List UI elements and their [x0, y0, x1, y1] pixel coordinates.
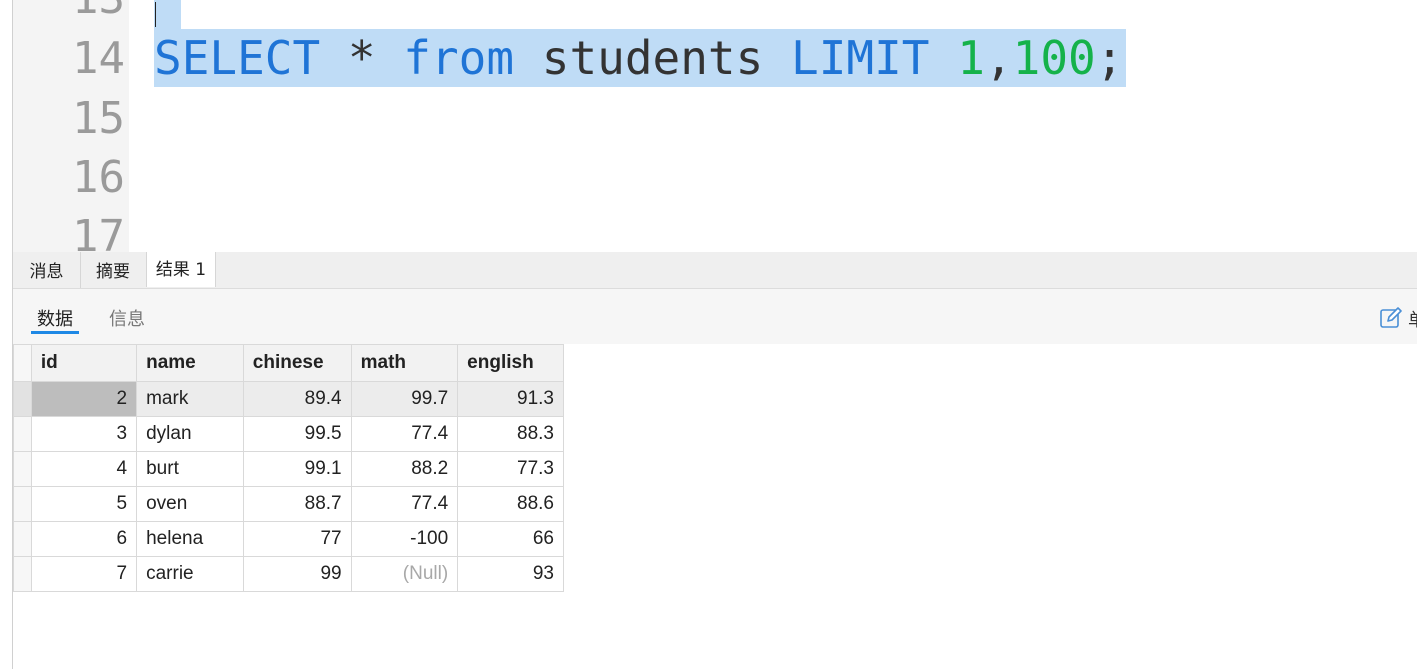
line-number: 13	[25, 0, 125, 28]
sql-limit-offset: 1	[957, 31, 985, 85]
cell-id[interactable]: 2	[30, 381, 138, 417]
cell-chinese[interactable]: 99	[242, 556, 352, 592]
row-header[interactable]	[13, 381, 32, 417]
cell-english[interactable]: 93	[457, 556, 564, 592]
line-number: 14	[72, 33, 125, 84]
cell-name[interactable]: carrie	[136, 556, 244, 592]
cell-chinese[interactable]: 99.1	[242, 451, 352, 487]
cell-english[interactable]: 88.3	[457, 416, 564, 452]
table-row[interactable]: 4 burt 99.1 88.2 77.3	[13, 451, 564, 487]
cell-name[interactable]: mark	[136, 381, 244, 417]
sql-editor[interactable]: 13 14 15 16 17 SELECT * from students LI…	[0, 0, 1417, 252]
subtab-info[interactable]: 信息	[109, 305, 145, 331]
cell-english[interactable]: 88.6	[457, 486, 564, 522]
line-number: 16	[72, 152, 125, 203]
cell-id[interactable]: 7	[30, 556, 138, 592]
cell-chinese[interactable]: 88.7	[242, 486, 352, 522]
sql-semicolon: ;	[1095, 31, 1124, 85]
cell-name[interactable]: burt	[136, 451, 244, 487]
text-caret	[155, 2, 156, 27]
cell-math[interactable]: -100	[350, 521, 459, 557]
column-header-id[interactable]: id	[30, 344, 138, 382]
cell-id[interactable]: 4	[30, 451, 138, 487]
cell-math[interactable]: 77.4	[350, 416, 459, 452]
cell-chinese[interactable]: 89.4	[242, 381, 352, 417]
row-header[interactable]	[13, 486, 32, 522]
tab-summary[interactable]: 摘要	[81, 252, 145, 288]
column-header-chinese[interactable]: chinese	[242, 344, 352, 382]
cell-name[interactable]: dylan	[136, 416, 244, 452]
cell-id[interactable]: 3	[30, 416, 138, 452]
table-row[interactable]: 2 mark 89.4 99.7 91.3	[13, 381, 564, 417]
row-header-corner[interactable]	[13, 344, 32, 382]
cell-english[interactable]: 66	[457, 521, 564, 557]
cell-math[interactable]: 77.4	[350, 486, 459, 522]
edit-label[interactable]: 单	[1408, 306, 1417, 332]
line-number: 15	[72, 93, 125, 144]
table-row[interactable]: 3 dylan 99.5 77.4 88.3	[13, 416, 564, 452]
pencil-edit-icon[interactable]	[1379, 306, 1403, 330]
cell-chinese[interactable]: 99.5	[242, 416, 352, 452]
table-row[interactable]: 7 carrie 99 (Null) 93	[13, 556, 564, 592]
cell-english[interactable]: 77.3	[457, 451, 564, 487]
cell-name[interactable]: oven	[136, 486, 244, 522]
sql-keyword-select: SELECT	[154, 31, 321, 85]
sql-star: *	[347, 31, 376, 85]
active-subtab-indicator	[31, 331, 79, 334]
cell-name[interactable]: helena	[136, 521, 244, 557]
line-number-gutter: 13 14 15 16 17	[13, 0, 129, 252]
row-header[interactable]	[13, 416, 32, 452]
row-header[interactable]	[13, 556, 32, 592]
sql-limit-count: 100	[1012, 31, 1096, 85]
tab-result-1[interactable]: 结果 1	[146, 252, 216, 287]
cell-math-null[interactable]: (Null)	[350, 556, 459, 592]
result-table: id name chinese math english 2 mark 89.4…	[13, 344, 564, 592]
result-tab-bar: 消息 摘要 结果 1	[13, 252, 1417, 289]
tab-messages[interactable]: 消息	[13, 252, 81, 288]
row-header[interactable]	[13, 451, 32, 487]
cell-math[interactable]: 88.2	[350, 451, 459, 487]
cell-chinese[interactable]: 77	[242, 521, 352, 557]
column-header-name[interactable]: name	[136, 344, 244, 382]
cell-english[interactable]: 91.3	[457, 381, 564, 417]
cell-id[interactable]: 6	[30, 521, 138, 557]
selection-highlight	[154, 0, 181, 29]
column-header-english[interactable]: english	[457, 344, 564, 382]
cell-math[interactable]: 99.7	[350, 381, 459, 417]
sql-table-name: students	[541, 31, 764, 85]
row-header[interactable]	[13, 521, 32, 557]
table-header-row: id name chinese math english	[13, 344, 564, 382]
table-row[interactable]: 6 helena 77 -100 66	[13, 521, 564, 557]
result-subtab-bar: 数据 信息 单	[13, 289, 1417, 344]
cell-id[interactable]: 5	[30, 486, 138, 522]
subtab-data[interactable]: 数据	[37, 305, 73, 331]
sql-comma: ,	[984, 31, 1013, 85]
sql-statement[interactable]: SELECT * from students LIMIT 1,100;	[154, 29, 1123, 87]
line-number: 17	[72, 211, 125, 252]
table-row[interactable]: 5 oven 88.7 77.4 88.6	[13, 486, 564, 522]
sql-keyword-limit: LIMIT	[791, 31, 930, 85]
result-grid[interactable]: id name chinese math english 2 mark 89.4…	[13, 344, 564, 592]
sql-keyword-from: from	[403, 31, 515, 85]
column-header-math[interactable]: math	[350, 344, 459, 382]
